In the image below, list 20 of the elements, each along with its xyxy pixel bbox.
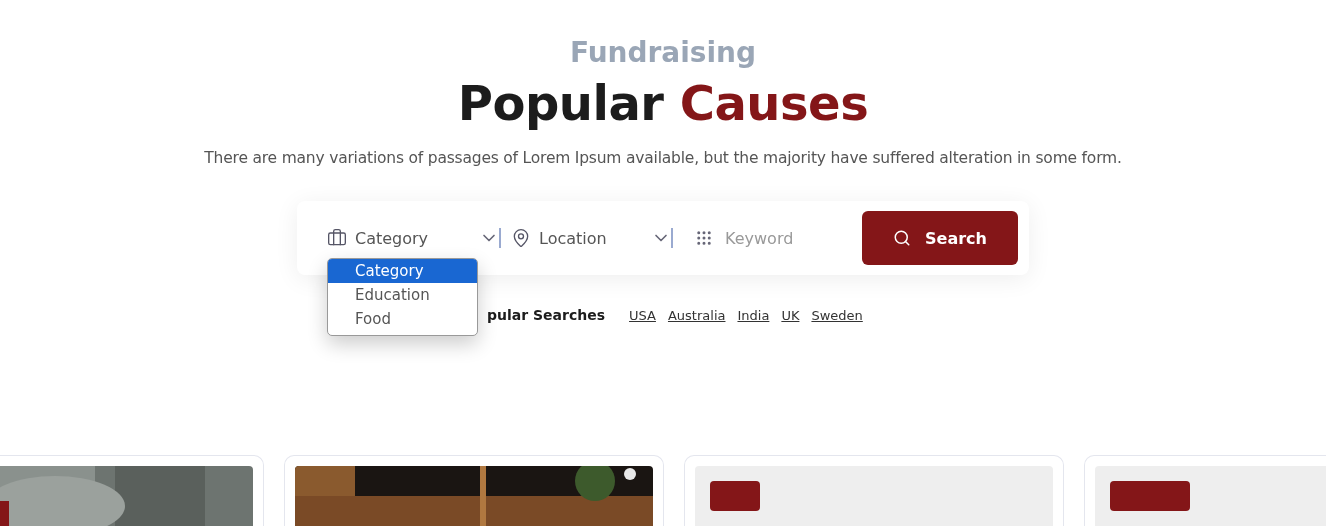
search-link[interactable]: India — [737, 307, 770, 323]
search-link[interactable]: Australia — [667, 307, 726, 323]
eyebrow-text: Fundraising — [569, 36, 757, 69]
popular-searches-label: pular Searches — [487, 307, 606, 323]
map-pin-icon — [511, 228, 531, 248]
category-badge — [710, 481, 760, 511]
grid-icon — [695, 229, 713, 247]
briefcase-icon — [327, 228, 347, 248]
search-link[interactable]: UK — [781, 307, 800, 323]
search-link[interactable]: Sweden — [811, 307, 863, 323]
category-select[interactable]: Category — [327, 228, 499, 248]
search-icon — [893, 229, 912, 247]
dropdown-option[interactable]: Food — [328, 307, 477, 331]
location-select[interactable]: Location — [511, 228, 671, 248]
dropdown-option[interactable]: Education — [328, 283, 477, 307]
section-heading: Popular Causes — [457, 75, 869, 131]
search-button[interactable]: Search — [862, 211, 1018, 265]
search-link[interactable]: USA — [629, 307, 656, 323]
dropdown-option[interactable]: Category — [328, 259, 477, 283]
subtitle: There are many variations of passages of Lorem Ipsum available, but the majority have suffered alteration in some form. — [204, 149, 1122, 167]
